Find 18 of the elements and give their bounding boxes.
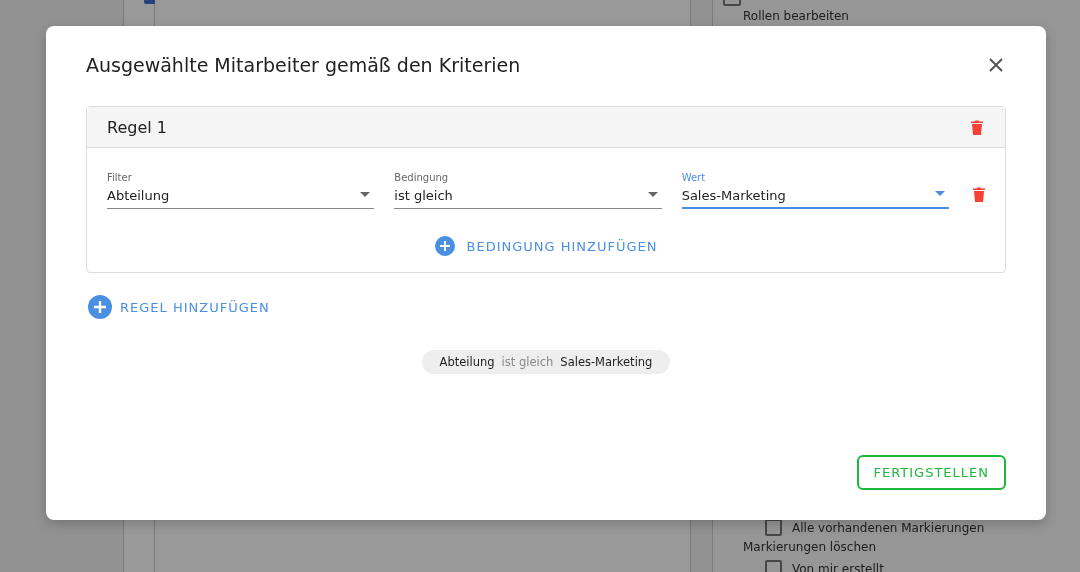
select-field[interactable]: Filter Abteilung bbox=[107, 172, 375, 209]
section-label: Markierungen löschen bbox=[743, 540, 877, 554]
checkbox-label: Alle vorhandenen Markierungen bbox=[792, 520, 985, 535]
dialog-title: Ausgewählte Mitarbeiter gemäß den Kriterien bbox=[86, 54, 521, 76]
dropdown-arrow-icon[interactable] bbox=[647, 192, 658, 197]
plus-icon bbox=[88, 295, 112, 319]
dropdown-arrow-icon[interactable] bbox=[935, 191, 945, 196]
delete-icon[interactable] bbox=[971, 119, 983, 135]
select-field[interactable]: Bedingung ist gleich bbox=[394, 172, 662, 209]
checkbox-label: Von mir erstellt bbox=[792, 561, 884, 572]
select-field[interactable]: Wert Sales-Marketing bbox=[681, 172, 949, 209]
section-label: Rollen bearbeiten bbox=[743, 9, 850, 23]
plus-icon bbox=[434, 236, 455, 256]
summary-chip: Abteilung ist gleich Sales-Marketing bbox=[421, 350, 671, 374]
dropdown-arrow-icon[interactable] bbox=[360, 192, 371, 197]
delete-icon[interactable] bbox=[973, 187, 985, 202]
rule-title: Regel 1 bbox=[107, 117, 167, 137]
checkbox[interactable] bbox=[765, 560, 782, 572]
